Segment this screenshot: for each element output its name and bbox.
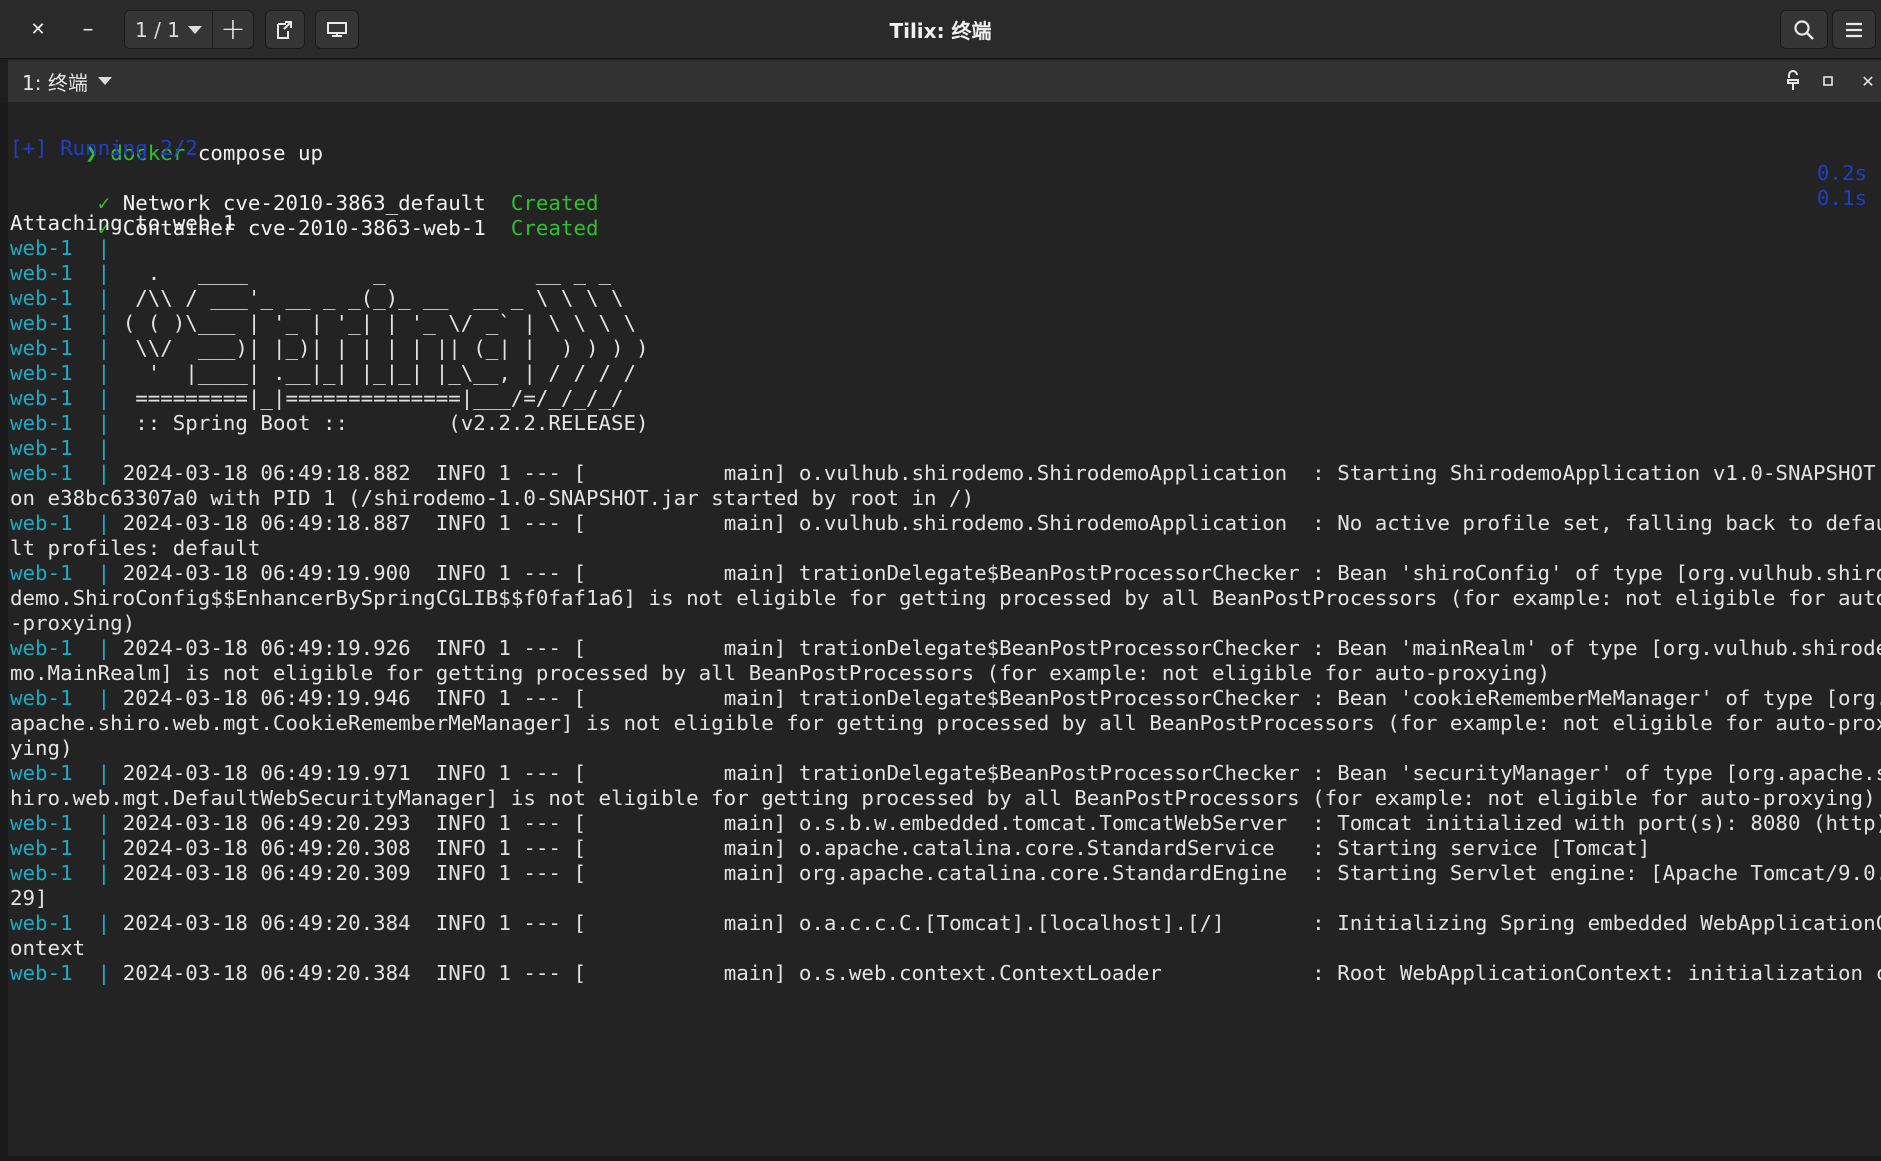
line-text: 2024-03-18 06:49:20.384 INFO 1 --- [ mai… xyxy=(110,911,1881,935)
service-prefix: web-1 | xyxy=(10,811,111,835)
service-prefix: web-1 | xyxy=(10,461,111,485)
service-prefix: web-1 | xyxy=(10,261,111,285)
add-icon: + xyxy=(220,12,246,47)
service-prefix: web-1 | xyxy=(10,761,111,785)
service-prefix: web-1 | xyxy=(10,386,111,410)
session-selector-label: 1 / 1 xyxy=(135,17,180,42)
line-text: -proxying) xyxy=(10,611,136,635)
log-line: apache.shiro.web.mgt.CookieRememberMeMan… xyxy=(10,708,1881,738)
line-text: hiro.web.mgt.DefaultWebSecurityManager] … xyxy=(10,786,1876,810)
session-selector-button[interactable]: 1 / 1 xyxy=(125,11,213,48)
service-prefix: web-1 | xyxy=(10,436,111,460)
line-text: ontext xyxy=(10,936,86,960)
line-text: ( ( )\___ | '_ | '_| | '_ \/ _` | \ \ \ … xyxy=(110,311,637,335)
add-session-button[interactable]: + xyxy=(213,11,253,48)
line-text: lt profiles: default xyxy=(10,536,261,560)
line-text: 2024-03-18 06:49:20.384 INFO 1 --- [ mai… xyxy=(110,961,1881,985)
chevron-down-icon xyxy=(187,25,202,34)
line-text: demo.ShiroConfig$$EnhancerBySpringCGLIB$… xyxy=(10,586,1881,610)
log-line: web-1 | 2024-03-18 06:49:18.887 INFO 1 -… xyxy=(10,508,1881,538)
service-prefix: web-1 | xyxy=(10,361,111,385)
line-text: 2024-03-18 06:49:18.882 INFO 1 --- [ mai… xyxy=(110,461,1876,485)
window-close-button[interactable]: ✕ xyxy=(18,10,58,49)
terminal-output[interactable]: ❯ docker compose up [+] Running 2/2 ✓ Ne… xyxy=(8,102,1881,1161)
service-prefix: web-1 | xyxy=(10,861,111,885)
service-prefix: web-1 | xyxy=(10,636,111,660)
read-only-toggle[interactable] xyxy=(1778,60,1808,102)
terminal-title-button[interactable]: 1: 终端 xyxy=(22,60,112,102)
hamburger-menu-icon xyxy=(1846,22,1862,37)
line-text: on e38bc63307a0 with PID 1 (/shirodemo-1… xyxy=(10,486,975,510)
line-text: apache.shiro.web.mgt.CookieRememberMeMan… xyxy=(10,711,1881,735)
line-text: 2024-03-18 06:49:20.293 INFO 1 --- [ mai… xyxy=(110,811,1881,835)
line-text: 2024-03-18 06:49:19.900 INFO 1 --- [ mai… xyxy=(110,561,1881,585)
container-status: Created xyxy=(510,216,599,240)
service-prefix: web-1 | xyxy=(10,561,111,585)
service-prefix: web-1 | xyxy=(10,836,111,860)
window-minimize-button[interactable]: – xyxy=(68,10,108,49)
line-text: 2024-03-18 06:49:19.971 INFO 1 --- [ mai… xyxy=(110,761,1881,785)
log-line: demo.ShiroConfig$$EnhancerBySpringCGLIB$… xyxy=(10,583,1881,613)
tilix-window: ✕ – 1 / 1 + Tilix: 终端 1: 终端 ✕ ❯ docker c… xyxy=(0,0,1881,1161)
close-icon: ✕ xyxy=(1861,71,1875,91)
line-text: \\/ ___)| |_)| | | | | || (_| | ) ) ) ) xyxy=(110,336,649,360)
sync-input-button[interactable] xyxy=(315,10,359,49)
close-icon: ✕ xyxy=(30,19,46,40)
maximize-icon xyxy=(1823,76,1833,86)
line-text: ' |____| .__|_| |_|_| |_\__, | / / / / xyxy=(110,361,637,385)
line-text: . ____ _ __ _ _ xyxy=(110,261,612,285)
line-text: 2024-03-18 06:49:18.887 INFO 1 --- [ mai… xyxy=(110,511,1881,535)
line-text: =========|_|==============|___/=/_/_/_/ xyxy=(110,386,624,410)
log-line: web-1 | 2024-03-18 06:49:20.309 INFO 1 -… xyxy=(10,858,1881,888)
line-text: 29] xyxy=(10,886,48,910)
close-terminal-button[interactable]: ✕ xyxy=(1853,60,1881,102)
service-prefix: web-1 | xyxy=(10,411,111,435)
read-only-icon xyxy=(1787,70,1799,90)
search-button[interactable] xyxy=(1780,10,1828,49)
terminal-title-label: 1: 终端 xyxy=(22,70,88,95)
line-text: :: Spring Boot :: (v2.2.2.RELEASE) xyxy=(110,411,649,435)
line-text: ying) xyxy=(10,736,73,760)
minimize-icon: – xyxy=(82,17,94,42)
service-prefix: web-1 | xyxy=(10,311,111,335)
search-icon xyxy=(1794,19,1814,40)
main-menu-button[interactable] xyxy=(1832,10,1876,49)
log-line: web-1 | 2024-03-18 06:49:20.384 INFO 1 -… xyxy=(10,908,1881,938)
detach-icon xyxy=(277,20,292,39)
maximize-terminal-button[interactable] xyxy=(1813,60,1843,102)
service-prefix: web-1 | xyxy=(10,686,111,710)
service-prefix: web-1 | xyxy=(10,236,111,260)
service-prefix: web-1 | xyxy=(10,286,111,310)
service-prefix: web-1 | xyxy=(10,961,111,985)
service-prefix: web-1 | xyxy=(10,911,111,935)
line-text: /\\ / ___'_ __ _ _(_)_ __ __ _ \ \ \ \ xyxy=(110,286,624,310)
line-text: 2024-03-18 06:49:19.946 INFO 1 --- [ mai… xyxy=(110,686,1881,710)
line-text: 2024-03-18 06:49:19.926 INFO 1 --- [ mai… xyxy=(110,636,1881,660)
log-line: web-1 | 2024-03-18 06:49:20.384 INFO 1 -… xyxy=(10,958,1881,988)
terminal-title-bar: 1: 终端 ✕ xyxy=(8,60,1881,102)
sync-input-icon xyxy=(327,21,347,37)
detach-terminal-button[interactable] xyxy=(265,10,305,49)
left-edge xyxy=(0,102,8,1161)
session-switcher: 1 / 1 + xyxy=(124,10,254,49)
container-time: 0.1s xyxy=(1816,186,1867,210)
line-text: mo.MainRealm] is not eligible for gettin… xyxy=(10,661,1551,685)
service-prefix: web-1 | xyxy=(10,511,111,535)
chevron-down-icon xyxy=(97,77,112,85)
bottom-edge xyxy=(8,1156,1881,1161)
service-prefix: web-1 | xyxy=(10,336,111,360)
line-text: 2024-03-18 06:49:20.308 INFO 1 --- [ mai… xyxy=(110,836,1651,860)
line-text: 2024-03-18 06:49:20.309 INFO 1 --- [ mai… xyxy=(110,861,1881,885)
header-bar: ✕ – 1 / 1 + Tilix: 终端 xyxy=(0,0,1881,59)
